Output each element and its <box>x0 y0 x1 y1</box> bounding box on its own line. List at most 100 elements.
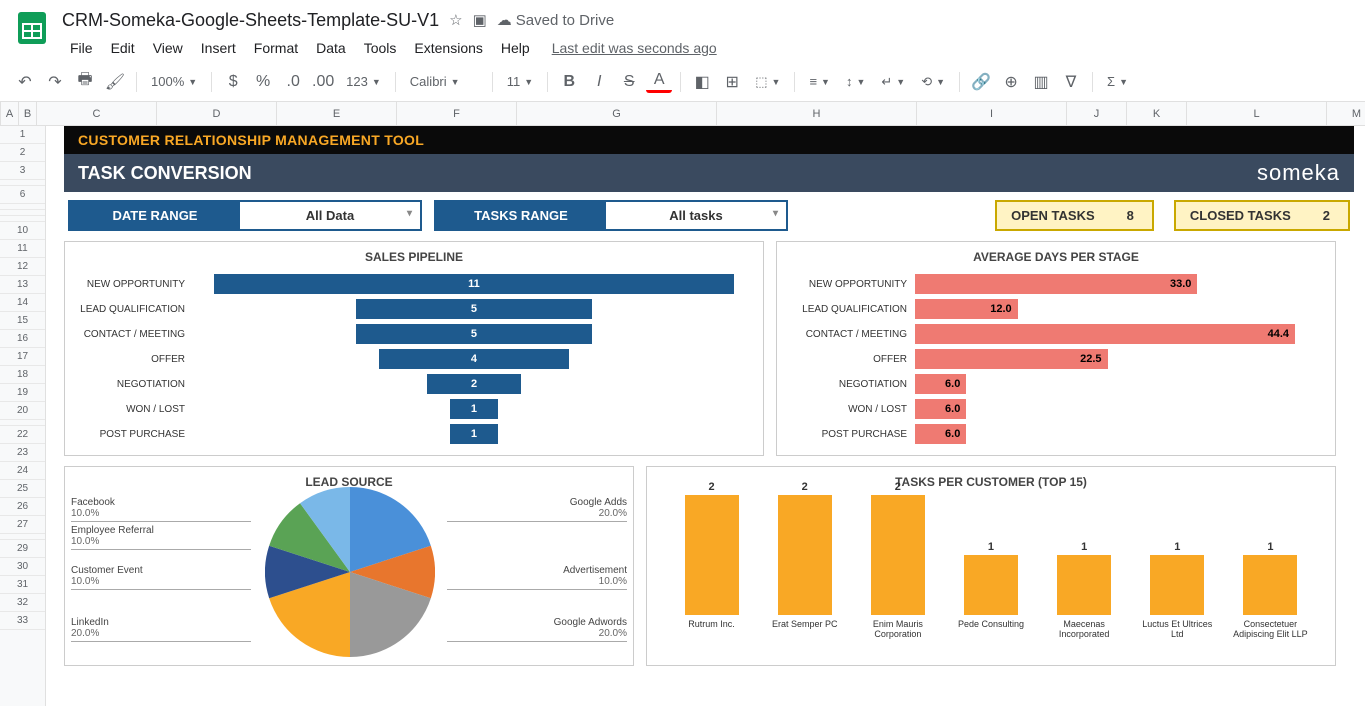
percent-icon[interactable]: % <box>250 69 276 95</box>
row-header[interactable]: 3 <box>0 162 45 180</box>
h-align-icon[interactable]: ≡▼ <box>803 69 836 95</box>
col-header[interactable]: G <box>517 102 717 125</box>
col-header[interactable]: I <box>917 102 1067 125</box>
print-icon[interactable]: 🖶 <box>72 69 98 95</box>
row-header[interactable]: 14 <box>0 294 45 312</box>
date-range-dropdown[interactable]: All Data <box>240 202 420 229</box>
crm-tool-banner: CUSTOMER RELATIONSHIP MANAGEMENT TOOL <box>64 126 1354 154</box>
bold-icon[interactable]: B <box>556 69 582 95</box>
menu-help[interactable]: Help <box>493 36 538 60</box>
col-header[interactable]: J <box>1067 102 1127 125</box>
undo-icon[interactable]: ↶ <box>12 69 38 95</box>
italic-icon[interactable]: I <box>586 69 612 95</box>
menu-view[interactable]: View <box>145 36 191 60</box>
move-icon[interactable]: ▣ <box>473 11 487 29</box>
row-header[interactable]: 20 <box>0 402 45 420</box>
last-edit-link[interactable]: Last edit was seconds ago <box>552 40 717 56</box>
functions-icon[interactable]: Σ▼ <box>1101 69 1134 95</box>
filter-icon[interactable]: ∇ <box>1058 69 1084 95</box>
font-size-select[interactable]: 11▼ <box>501 69 539 95</box>
section-title: TASK CONVERSION <box>78 163 252 184</box>
row-header[interactable]: 10 <box>0 222 45 240</box>
text-wrap-icon[interactable]: ↵▼ <box>875 69 911 95</box>
row-header[interactable]: 24 <box>0 462 45 480</box>
avg-days-chart: AVERAGE DAYS PER STAGE NEW OPPORTUNITY33… <box>776 241 1336 456</box>
open-tasks-stat: OPEN TASKS 8 <box>995 200 1154 231</box>
row-header[interactable]: 30 <box>0 558 45 576</box>
row-headers: 1236101112131415161718192022232425262729… <box>0 126 46 706</box>
sales-pipeline-chart: SALES PIPELINE NEW OPPORTUNITY11LEAD QUA… <box>64 241 764 456</box>
text-color-icon[interactable]: A <box>646 71 672 93</box>
menu-tools[interactable]: Tools <box>356 36 405 60</box>
row-header[interactable]: 29 <box>0 540 45 558</box>
menu-extensions[interactable]: Extensions <box>406 36 490 60</box>
redo-icon[interactable]: ↷ <box>42 69 68 95</box>
increase-decimal-icon[interactable]: .00 <box>310 69 336 95</box>
col-header[interactable]: L <box>1187 102 1327 125</box>
fill-color-icon[interactable]: ◧ <box>689 69 715 95</box>
lead-source-chart: LEAD SOURCE Facebook10.0%Employee Referr… <box>64 466 634 666</box>
row-header[interactable]: 27 <box>0 516 45 534</box>
row-header[interactable]: 11 <box>0 240 45 258</box>
sheet-content[interactable]: CUSTOMER RELATIONSHIP MANAGEMENT TOOL TA… <box>46 126 1365 706</box>
currency-icon[interactable]: $ <box>220 69 246 95</box>
toolbar: ↶ ↷ 🖶 🖌 100%▼ $ % .0 .00 123▼ Calibri▼ 1… <box>0 62 1365 102</box>
col-header[interactable]: A <box>1 102 19 125</box>
merge-cells-icon[interactable]: ⬚▼ <box>749 69 786 95</box>
row-header[interactable]: 1 <box>0 126 45 144</box>
col-header[interactable]: B <box>19 102 37 125</box>
zoom-select[interactable]: 100%▼ <box>145 69 203 95</box>
col-header[interactable]: M <box>1327 102 1365 125</box>
sheets-logo-icon[interactable] <box>12 8 52 48</box>
row-header[interactable]: 16 <box>0 330 45 348</box>
row-header[interactable]: 26 <box>0 498 45 516</box>
saved-to-drive[interactable]: ☁ Saved to Drive <box>497 11 614 29</box>
col-header[interactable]: F <box>397 102 517 125</box>
row-header[interactable]: 31 <box>0 576 45 594</box>
col-header[interactable]: K <box>1127 102 1187 125</box>
brand-logo: someka <box>1257 160 1340 186</box>
doc-title[interactable]: CRM-Someka-Google-Sheets-Template-SU-V1 <box>62 10 439 31</box>
borders-icon[interactable]: ⊞ <box>719 69 745 95</box>
row-header[interactable]: 23 <box>0 444 45 462</box>
col-header[interactable]: D <box>157 102 277 125</box>
row-header[interactable]: 22 <box>0 426 45 444</box>
text-rotate-icon[interactable]: ⟲▼ <box>915 69 951 95</box>
v-align-icon[interactable]: ↕▼ <box>840 69 871 95</box>
closed-tasks-stat: CLOSED TASKS 2 <box>1174 200 1350 231</box>
menu-edit[interactable]: Edit <box>103 36 143 60</box>
col-header[interactable]: H <box>717 102 917 125</box>
insert-chart-icon[interactable]: ▥ <box>1028 69 1054 95</box>
strikethrough-icon[interactable]: S <box>616 69 642 95</box>
more-formats[interactable]: 123▼ <box>340 69 387 95</box>
date-range-filter: DATE RANGE All Data <box>68 200 422 231</box>
row-header[interactable]: 12 <box>0 258 45 276</box>
decrease-decimal-icon[interactable]: .0 <box>280 69 306 95</box>
row-header[interactable]: 32 <box>0 594 45 612</box>
menu-format[interactable]: Format <box>246 36 306 60</box>
row-header[interactable]: 19 <box>0 384 45 402</box>
menu-insert[interactable]: Insert <box>193 36 244 60</box>
link-icon[interactable]: 🔗 <box>968 69 994 95</box>
row-header[interactable]: 18 <box>0 366 45 384</box>
row-header[interactable]: 17 <box>0 348 45 366</box>
star-icon[interactable]: ☆ <box>449 11 462 29</box>
row-header[interactable]: 6 <box>0 186 45 204</box>
col-header[interactable]: C <box>37 102 157 125</box>
font-select[interactable]: Calibri▼ <box>404 69 484 95</box>
tasks-range-filter: TASKS RANGE All tasks <box>434 200 788 231</box>
tasks-range-dropdown[interactable]: All tasks <box>606 202 786 229</box>
row-header[interactable]: 15 <box>0 312 45 330</box>
comment-icon[interactable]: ⊕ <box>998 69 1024 95</box>
col-header[interactable]: E <box>277 102 397 125</box>
row-header[interactable]: 33 <box>0 612 45 630</box>
paint-format-icon[interactable]: 🖌 <box>102 69 128 95</box>
menu-data[interactable]: Data <box>308 36 354 60</box>
menu-file[interactable]: File <box>62 36 101 60</box>
row-header[interactable]: 13 <box>0 276 45 294</box>
row-header[interactable]: 2 <box>0 144 45 162</box>
row-header[interactable]: 25 <box>0 480 45 498</box>
task-conversion-banner: TASK CONVERSION someka <box>64 154 1354 192</box>
column-headers: ABCDEFGHIJKLMN <box>0 102 1365 126</box>
cloud-icon: ☁ <box>497 11 512 29</box>
